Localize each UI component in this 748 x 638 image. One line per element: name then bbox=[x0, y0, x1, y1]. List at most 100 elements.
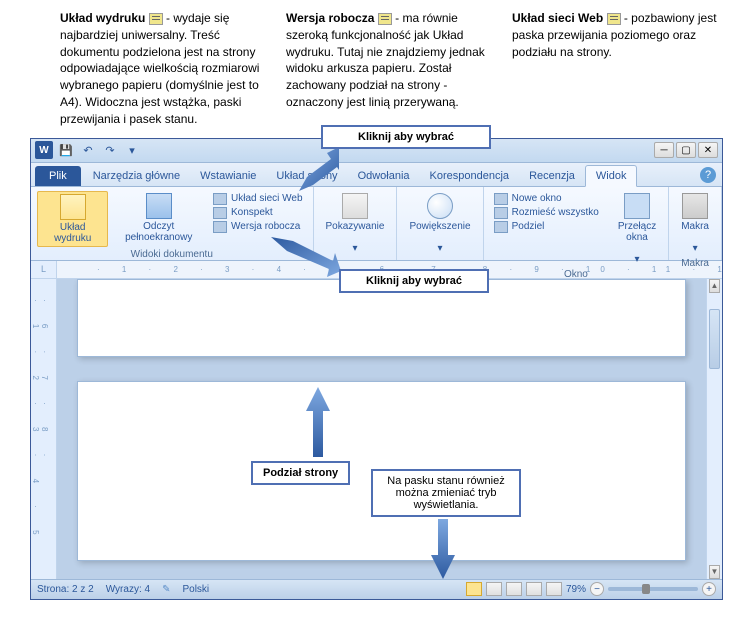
switch-windows-icon bbox=[624, 193, 650, 219]
ribbon-group-window: Nowe okno Rozmieść wszystko Podziel Prze… bbox=[484, 187, 670, 260]
status-words[interactable]: Wyrazy: 4 bbox=[106, 584, 150, 595]
zoom-icon bbox=[427, 193, 453, 219]
split-button[interactable]: Podziel bbox=[494, 221, 599, 233]
vertical-ruler[interactable]: · 1 · 2 · 3 · 4 · 5 · 6 · 7 · 8 · bbox=[31, 279, 57, 579]
minimize-button[interactable]: ─ bbox=[654, 142, 674, 158]
new-window-button[interactable]: Nowe okno bbox=[494, 193, 599, 205]
status-right: 79% − + bbox=[466, 582, 716, 596]
fullscreen-reading-button[interactable]: Odczyt pełnoekranowy bbox=[108, 191, 209, 245]
page-layout-iconlet bbox=[149, 13, 163, 25]
print-layout-icon bbox=[60, 194, 86, 220]
window-small-list: Nowe okno Rozmieść wszystko Podziel bbox=[490, 191, 603, 235]
tab-home[interactable]: Narzędzia główne bbox=[83, 166, 190, 186]
fullscreen-label: Odczyt pełnoekranowy bbox=[114, 221, 203, 243]
split-label: Podziel bbox=[512, 221, 545, 232]
draft-icon bbox=[213, 221, 227, 233]
desc-col-3: Układ sieci Web - pozbawiony jest paska … bbox=[512, 10, 718, 128]
arrow-click-2 bbox=[271, 237, 341, 277]
switch-windows-button[interactable]: Przełącz okna▾ bbox=[612, 191, 662, 267]
arrange-label: Rozmieść wszystko bbox=[512, 207, 599, 218]
group-zoom-label bbox=[403, 256, 476, 258]
vertical-scrollbar[interactable]: ▲ ▼ bbox=[706, 279, 722, 579]
outline-button[interactable]: Konspekt bbox=[213, 207, 303, 219]
zoom-slider-thumb[interactable] bbox=[642, 584, 650, 594]
outline-label: Konspekt bbox=[231, 207, 273, 218]
show-icon bbox=[342, 193, 368, 219]
scroll-down-arrow[interactable]: ▼ bbox=[709, 565, 720, 579]
desc-col-2-body: - ma równie szeroką funkcjonalność jak U… bbox=[286, 11, 485, 109]
callout-click-1: Kliknij aby wybrać bbox=[321, 125, 491, 149]
desc-col-1: Układ wydruku - wydaje się najbardziej u… bbox=[60, 10, 266, 128]
zoom-level[interactable]: 79% bbox=[566, 584, 586, 595]
callout-statusbar: Na pasku stanu również można zmieniać tr… bbox=[371, 469, 521, 517]
ribbon-group-macros: Makra▾ Makra bbox=[669, 187, 722, 260]
desc-col-2: Wersja robocza - ma równie szeroką funkc… bbox=[286, 10, 492, 128]
macros-button[interactable]: Makra▾ bbox=[675, 191, 715, 256]
file-tab[interactable]: Plik bbox=[35, 166, 81, 186]
quick-access-toolbar: W 💾 ↶ ↷ ▾ bbox=[35, 141, 141, 159]
arrow-pagebreak bbox=[306, 387, 330, 457]
draft-button[interactable]: Wersja robocza bbox=[213, 221, 303, 233]
tab-references[interactable]: Odwołania bbox=[348, 166, 420, 186]
zoom-button[interactable]: Powiększenie▾ bbox=[403, 191, 476, 256]
callout-pagebreak: Podział strony bbox=[251, 461, 350, 485]
qat-dropdown-icon[interactable]: ▾ bbox=[123, 141, 141, 159]
redo-icon[interactable]: ↷ bbox=[101, 141, 119, 159]
ruler-corner: L bbox=[31, 261, 57, 278]
window-controls: ─ ▢ ✕ bbox=[654, 142, 718, 158]
scroll-up-arrow[interactable]: ▲ bbox=[709, 279, 720, 293]
web-layout-label: Układ sieci Web bbox=[231, 193, 303, 204]
ribbon-tabs: Plik Narzędzia główne Wstawianie Układ s… bbox=[31, 163, 722, 187]
new-window-label: Nowe okno bbox=[512, 193, 562, 204]
view-outline-button[interactable] bbox=[526, 582, 542, 596]
tab-mailings[interactable]: Korespondencja bbox=[420, 166, 520, 186]
view-print-layout-button[interactable] bbox=[466, 582, 482, 596]
new-window-icon bbox=[494, 193, 508, 205]
zoom-slider[interactable] bbox=[608, 587, 698, 591]
macros-label: Makra bbox=[681, 221, 709, 232]
status-language[interactable]: Polski bbox=[182, 584, 209, 595]
group-views-label: Widoki dokumentu bbox=[37, 247, 307, 260]
outline-icon bbox=[213, 207, 227, 219]
tab-insert[interactable]: Wstawianie bbox=[190, 166, 266, 186]
desc-col-3-title: Układ sieci Web bbox=[512, 11, 603, 25]
print-layout-button[interactable]: Układ wydruku bbox=[37, 191, 108, 247]
zoom-out-button[interactable]: − bbox=[590, 582, 604, 596]
desc-col-1-body: - wydaje się najbardziej uniwersalny. Tr… bbox=[60, 11, 259, 126]
close-button[interactable]: ✕ bbox=[698, 142, 718, 158]
tab-view[interactable]: Widok bbox=[585, 165, 638, 187]
undo-icon[interactable]: ↶ bbox=[79, 141, 97, 159]
arrow-statusbar bbox=[431, 519, 455, 579]
desc-col-1-title: Układ wydruku bbox=[60, 11, 145, 25]
web-layout-iconlet bbox=[607, 13, 621, 25]
view-fullscreen-button[interactable] bbox=[486, 582, 502, 596]
pages-viewport[interactable] bbox=[57, 279, 706, 579]
tab-review[interactable]: Recenzja bbox=[519, 166, 585, 186]
descriptions-row: Układ wydruku - wydaje się najbardziej u… bbox=[0, 0, 748, 138]
arrange-icon bbox=[494, 207, 508, 219]
document-area: · 1 · 2 · 3 · 4 · 5 · 6 · 7 · 8 · ▲ ▼ Po… bbox=[31, 279, 722, 579]
status-page[interactable]: Strona: 2 z 2 bbox=[37, 584, 94, 595]
show-label: Pokazywanie bbox=[326, 221, 385, 232]
zoom-in-button[interactable]: + bbox=[702, 582, 716, 596]
word-window: W 💾 ↶ ↷ ▾ ─ ▢ ✕ Plik Narzędzia główne Ws… bbox=[30, 138, 723, 600]
arrow-click-1 bbox=[299, 147, 339, 191]
ribbon-group-zoom: Powiększenie▾ bbox=[397, 187, 483, 260]
callout-click-2: Kliknij aby wybrać bbox=[339, 269, 489, 293]
status-bar: Strona: 2 z 2 Wyrazy: 4 ✎ Polski 79% − + bbox=[31, 579, 722, 599]
desc-col-2-title: Wersja robocza bbox=[286, 11, 374, 25]
word-app-icon: W bbox=[35, 141, 53, 159]
web-layout-button[interactable]: Układ sieci Web bbox=[213, 193, 303, 205]
maximize-button[interactable]: ▢ bbox=[676, 142, 696, 158]
switch-windows-label: Przełącz okna bbox=[618, 221, 656, 243]
arrange-all-button[interactable]: Rozmieść wszystko bbox=[494, 207, 599, 219]
proofing-icon[interactable]: ✎ bbox=[162, 584, 170, 595]
ribbon: Układ wydruku Odczyt pełnoekranowy Układ… bbox=[31, 187, 722, 261]
view-web-button[interactable] bbox=[506, 582, 522, 596]
scroll-thumb[interactable] bbox=[709, 309, 720, 369]
save-icon[interactable]: 💾 bbox=[57, 141, 75, 159]
draft-label: Wersja robocza bbox=[231, 221, 300, 232]
print-layout-label: Układ wydruku bbox=[44, 222, 101, 244]
view-draft-button[interactable] bbox=[546, 582, 562, 596]
help-icon[interactable]: ? bbox=[700, 167, 716, 183]
